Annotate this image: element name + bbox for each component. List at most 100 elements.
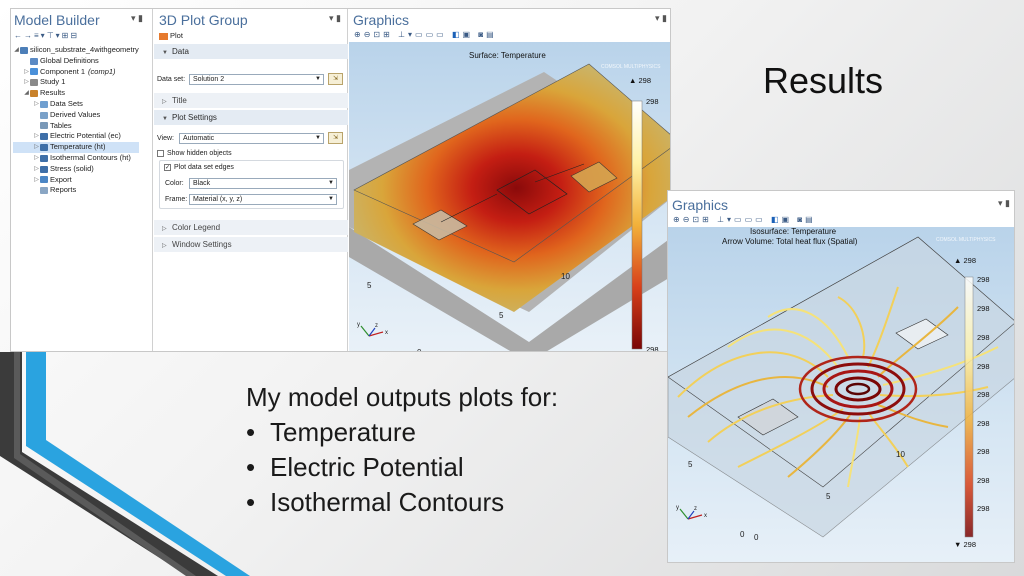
tree-item[interactable]: Global Definitions: [13, 56, 139, 67]
tree-item[interactable]: ▷ Export: [13, 175, 139, 186]
show-hidden-checkbox[interactable]: Show hidden objects: [157, 150, 232, 157]
view-yz-icon[interactable]: ▭: [745, 215, 756, 224]
tree-toggle-icon[interactable]: ▷: [33, 131, 40, 142]
tree-toggle-icon[interactable]: ▷: [33, 175, 40, 186]
tree-item[interactable]: ◢ Results: [13, 88, 139, 99]
view-axis-icon[interactable]: ⊥▾: [717, 215, 734, 224]
model-tree: ◢ silicon_substrate_4withgeometry Global D…: [13, 45, 139, 196]
graphics-pane-main: Graphics ▾ ▮ ⊕⊖⊡⊞ ⊥▾▭▭▭ ◧▣ ◙▤ Surface: T…: [349, 9, 670, 352]
forward-icon[interactable]: →: [24, 31, 34, 40]
chevron-down-icon: ▼: [328, 196, 334, 202]
tree-toggle-icon[interactable]: ▷: [33, 99, 40, 110]
zoom-out-icon[interactable]: ⊖: [683, 215, 693, 224]
tree-item-label: silicon_substrate_4withgeometry: [30, 45, 139, 54]
collapse-arrow-icon: ▼: [162, 50, 168, 56]
view-xy-icon[interactable]: ▭: [415, 30, 426, 39]
print-icon[interactable]: ▤: [486, 30, 497, 39]
tree-item[interactable]: ▷ Data Sets: [13, 99, 139, 110]
tables-icon: [40, 122, 48, 130]
tree-item-label: Tables: [50, 120, 72, 130]
section-color-legend[interactable]: ▷ Color Legend: [154, 220, 348, 235]
zoom-box-icon[interactable]: ⊡: [373, 30, 383, 39]
tree-toggle-icon[interactable]: ◢: [23, 88, 30, 99]
tree-toggle-icon[interactable]: ◢: [13, 45, 20, 56]
data-set-goto-button[interactable]: ⇲: [328, 73, 343, 85]
slide-title: Results: [763, 60, 884, 101]
legend-tick-7: 298: [977, 447, 990, 456]
pane-menu-icon[interactable]: ▾ ▮: [655, 13, 667, 24]
graphics-view-secondary[interactable]: Isosurface: Temperature Arrow Volume: To…: [668, 227, 1014, 562]
pane-menu-icon[interactable]: ▾ ▮: [998, 198, 1010, 209]
section-window-settings[interactable]: ▷ Window Settings: [154, 237, 348, 252]
tree-item-label: Derived Values: [50, 109, 101, 119]
pane-menu-icon[interactable]: ▾ ▮: [329, 13, 341, 24]
tree-item-label: Electric Potential (ec): [50, 131, 121, 141]
plot-button[interactable]: Plot: [159, 31, 183, 40]
wireframe-icon[interactable]: ▣: [463, 30, 474, 39]
section-data[interactable]: ▼ Data: [154, 44, 348, 59]
graphics-toolbar[interactable]: ⊕⊖⊡⊞ ⊥▾▭▭▭ ◧▣ ◙▤: [354, 30, 497, 39]
tree-item[interactable]: ◢ silicon_substrate_4withgeometry: [13, 45, 139, 56]
temperature-surface-plot: Surface: Temperature COMSOL MULTIPHYSICS…: [349, 51, 670, 352]
section-title[interactable]: ▷ Title: [154, 93, 348, 108]
tree-item[interactable]: Derived Values: [13, 110, 139, 121]
filter-icon[interactable]: ⊤▾: [47, 31, 62, 40]
list-icon[interactable]: ≡▾: [34, 31, 47, 40]
tree-item[interactable]: Tables: [13, 121, 139, 132]
zoom-in-icon[interactable]: ⊕: [354, 30, 364, 39]
view-axis-icon[interactable]: ⊥▾: [398, 30, 415, 39]
legend-tick-8: 298: [977, 476, 990, 485]
tree-toggle-icon[interactable]: ▷: [23, 67, 30, 78]
graphics-toolbar-secondary[interactable]: ⊕⊖⊡⊞ ⊥▾▭▭▭ ◧▣ ◙▤: [673, 215, 816, 224]
view-select[interactable]: Automatic ▼: [179, 133, 324, 144]
view-yz-icon[interactable]: ▭: [426, 30, 437, 39]
tree-toggle-icon[interactable]: ▷: [33, 142, 40, 153]
collapse-arrow-icon: ▼: [162, 116, 168, 122]
color-select[interactable]: Black ▼: [189, 178, 337, 189]
bullet-list: Temperature Electric Potential Isotherma…: [246, 415, 558, 520]
tree-item[interactable]: ▷ Component 1 (comp1): [13, 67, 139, 78]
camera-icon[interactable]: ◙: [797, 215, 805, 224]
axis-label-0a: 0: [417, 348, 422, 352]
tree-item[interactable]: ▷ Electric Potential (ec): [13, 131, 139, 142]
data-set-select[interactable]: Solution 2 ▼: [189, 74, 324, 85]
wireframe-icon[interactable]: ▣: [782, 215, 793, 224]
zoom-in-icon[interactable]: ⊕: [673, 215, 683, 224]
transparency-icon[interactable]: ◧: [771, 215, 782, 224]
tree-item[interactable]: Reports: [13, 185, 139, 196]
zoom-extents-icon[interactable]: ⊞: [702, 215, 712, 224]
zoom-out-icon[interactable]: ⊖: [364, 30, 374, 39]
print-icon[interactable]: ▤: [805, 215, 816, 224]
tree-toggle-icon[interactable]: ▷: [33, 164, 40, 175]
zoom-box-icon[interactable]: ⊡: [692, 215, 702, 224]
comsol-watermark: COMSOL MULTIPHYSICS: [936, 237, 996, 243]
tree-item-label: Stress (solid): [50, 163, 94, 173]
frame-select[interactable]: Material (x, y, z) ▼: [189, 194, 337, 205]
camera-icon[interactable]: ◙: [478, 30, 486, 39]
tree-item[interactable]: ▷ Isothermal Contours (ht): [13, 153, 139, 164]
graphics-title: Graphics: [353, 12, 410, 28]
tree-item[interactable]: ▷ Stress (solid): [13, 164, 139, 175]
plot-group-icon: [40, 144, 48, 152]
tree-item[interactable]: ▷ Study 1: [13, 77, 139, 88]
view-goto-button[interactable]: ⇲: [328, 132, 343, 144]
view-xy-icon[interactable]: ▭: [734, 215, 745, 224]
plot-edges-checkbox[interactable]: ✓ Plot data set edges: [164, 164, 234, 171]
view-zx-icon[interactable]: ▭: [436, 30, 447, 39]
transparency-icon[interactable]: ◧: [452, 30, 463, 39]
model-builder-toolbar[interactable]: ←→≡▾⊤▾⊞⊟: [14, 31, 79, 40]
graphics-view-main[interactable]: Surface: Temperature COMSOL MULTIPHYSICS…: [349, 42, 670, 352]
collapse-icon[interactable]: ⊟: [70, 31, 79, 40]
pane-menu-icon[interactable]: ▾ ▮: [131, 13, 143, 24]
bullet-isothermal-contours: Isothermal Contours: [246, 485, 558, 520]
tree-toggle-icon[interactable]: ▷: [33, 153, 40, 164]
section-data-label: Data: [172, 47, 189, 56]
back-icon[interactable]: ←: [14, 31, 24, 40]
tree-item[interactable]: ▷ Temperature (ht): [13, 142, 139, 153]
zoom-extents-icon[interactable]: ⊞: [383, 30, 393, 39]
section-plot-settings[interactable]: ▼ Plot Settings: [154, 110, 348, 125]
tree-toggle-icon[interactable]: ▷: [23, 77, 30, 88]
checkbox-checked: ✓: [164, 164, 171, 171]
view-zx-icon[interactable]: ▭: [755, 215, 766, 224]
plot-icon: [159, 32, 168, 40]
